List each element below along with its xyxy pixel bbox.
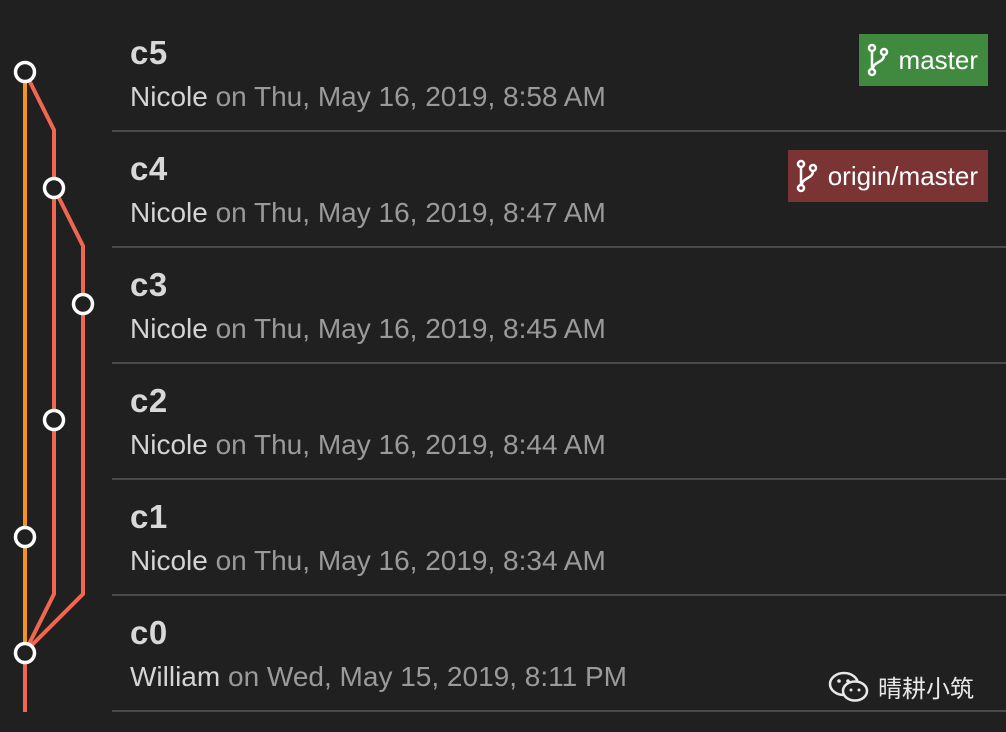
commit-date: on Thu, May 16, 2019, 8:58 AM (207, 81, 606, 112)
commit-graph (13, 60, 95, 712)
watermark-text: 晴耕小筑 (878, 676, 974, 703)
commit-author: Nicole (130, 545, 208, 576)
commit-author: William (130, 661, 221, 692)
commit-node-c2[interactable] (42, 408, 66, 432)
commit-node-c3[interactable] (71, 292, 95, 316)
commit-meta: William on Wed, May 15, 2019, 8:11 PM (130, 661, 627, 693)
watermark: 晴耕小筑 (828, 669, 974, 704)
commit-node-c0[interactable] (13, 641, 37, 665)
commit-title: c4 (130, 150, 168, 187)
commit-node-c5[interactable] (13, 60, 37, 84)
commit-row[interactable]: c1 Nicole on Thu, May 16, 2019, 8:34 AM (112, 480, 1006, 596)
commit-date: on Wed, May 15, 2019, 8:11 PM (220, 661, 627, 692)
commit-node-c1[interactable] (13, 525, 37, 549)
commit-author: Nicole (130, 429, 208, 460)
commit-row[interactable]: c3 Nicole on Thu, May 16, 2019, 8:45 AM (112, 248, 1006, 364)
commit-title: c1 (130, 498, 168, 535)
commit-date: on Thu, May 16, 2019, 8:44 AM (207, 429, 606, 460)
branch-lane-line-1 (23, 71, 56, 653)
commit-date: on Thu, May 16, 2019, 8:47 AM (207, 197, 606, 228)
git-branch-icon (867, 43, 888, 77)
commit-meta: Nicole on Thu, May 16, 2019, 8:44 AM (130, 429, 606, 461)
commit-title: c0 (130, 614, 168, 651)
commit-row[interactable]: c5 Nicole on Thu, May 16, 2019, 8:58 AM … (112, 16, 1006, 132)
commit-meta: Nicole on Thu, May 16, 2019, 8:34 AM (130, 545, 606, 577)
commit-author: Nicole (130, 81, 208, 112)
branch-label: origin/master (827, 160, 978, 191)
branch-label: master (898, 44, 978, 75)
commit-title: c3 (130, 266, 168, 303)
branch-badge-master[interactable]: master (858, 34, 988, 86)
commit-meta: Nicole on Thu, May 16, 2019, 8:47 AM (130, 197, 606, 229)
commit-date: on Thu, May 16, 2019, 8:45 AM (207, 313, 606, 344)
commit-node-c4[interactable] (42, 176, 66, 200)
commit-meta: Nicole on Thu, May 16, 2019, 8:45 AM (130, 313, 606, 345)
git-branch-icon (796, 159, 817, 193)
commit-author: Nicole (130, 313, 208, 344)
commit-date: on Thu, May 16, 2019, 8:34 AM (207, 545, 606, 576)
commit-row[interactable]: c4 Nicole on Thu, May 16, 2019, 8:47 AM … (112, 132, 1006, 248)
commit-meta: Nicole on Thu, May 16, 2019, 8:58 AM (130, 81, 606, 113)
branch-badge-origin-master[interactable]: origin/master (787, 150, 988, 202)
wechat-icon (828, 671, 869, 702)
commit-title: c2 (130, 382, 168, 419)
commit-row[interactable]: c2 Nicole on Thu, May 16, 2019, 8:44 AM (112, 364, 1006, 480)
commit-author: Nicole (130, 197, 208, 228)
commit-title: c5 (130, 34, 168, 71)
